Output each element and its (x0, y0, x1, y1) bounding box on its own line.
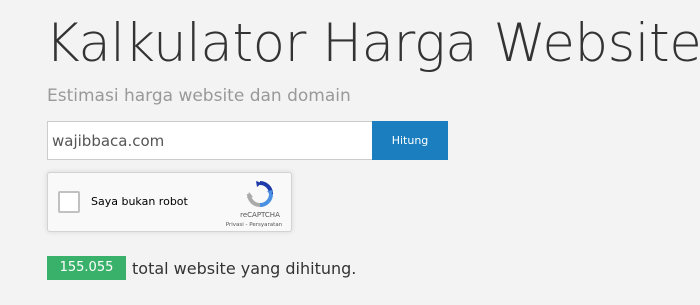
recaptcha-logo-icon (247, 181, 273, 207)
count-label: total website yang dihitung. (132, 258, 357, 278)
count-badge: 155.055 (47, 256, 126, 280)
recaptcha-widget: Saya bukan robot reCAPTCHA Privasi - Per… (47, 172, 292, 232)
recaptcha-privacy-terms-links[interactable]: Privasi - Persyaratan (220, 222, 288, 228)
domain-input[interactable] (47, 121, 372, 160)
calculator-form: Hitung (47, 121, 448, 160)
recaptcha-label: Saya bukan robot (91, 195, 188, 208)
recaptcha-brand: reCAPTCHA (240, 211, 280, 219)
page-subtitle: Estimasi harga website dan domain (47, 86, 351, 106)
stats-line: 155.055 total website yang dihitung. (47, 256, 356, 280)
recaptcha-checkbox[interactable] (58, 191, 80, 213)
page-title: Kalkulator Harga Website (45, 13, 700, 74)
hitung-button[interactable]: Hitung (372, 121, 448, 160)
